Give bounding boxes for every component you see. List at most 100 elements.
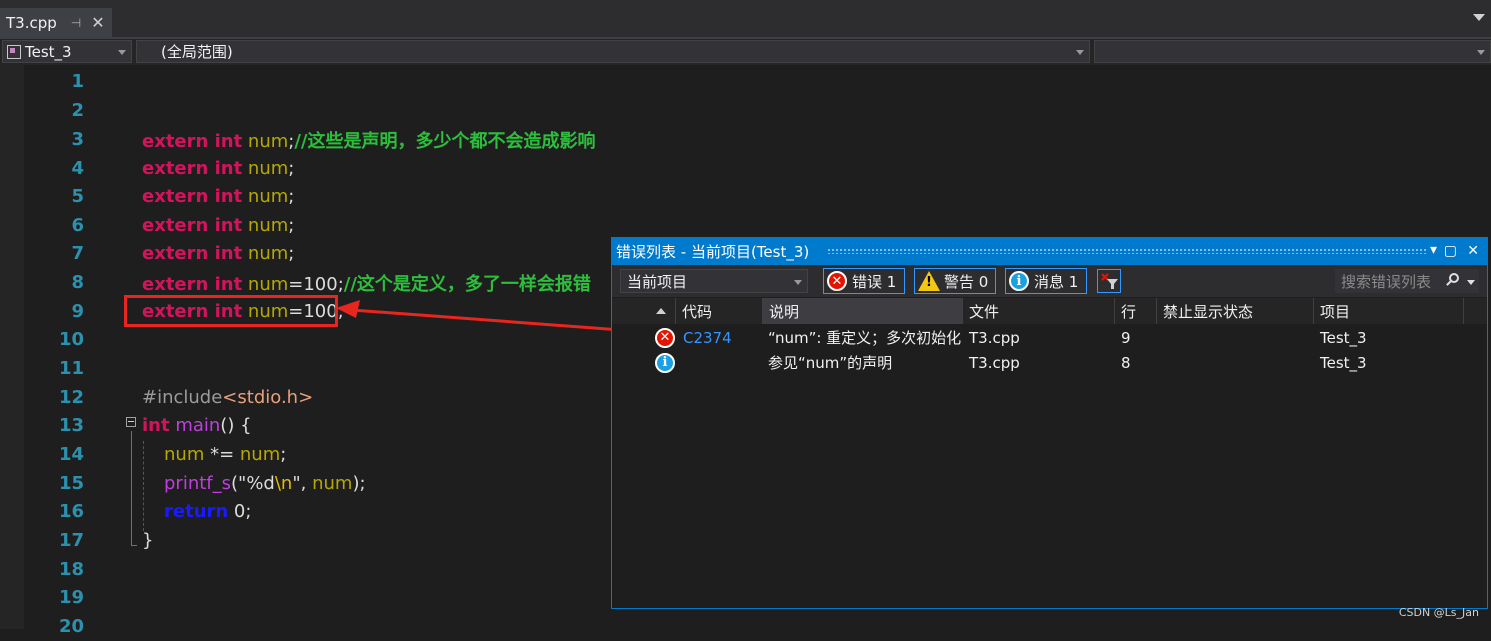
collapse-icon[interactable] bbox=[126, 417, 136, 427]
keyword: extern int bbox=[142, 130, 243, 152]
navigation-bar: Test_3 (全局范围) bbox=[0, 39, 1491, 65]
include-path: <stdio.h> bbox=[222, 387, 314, 408]
project-combo[interactable]: Test_3 bbox=[2, 40, 132, 63]
line-number: 3 bbox=[71, 129, 84, 150]
tab-filename: T3.cpp bbox=[6, 13, 57, 32]
members-combo[interactable] bbox=[1094, 40, 1491, 63]
error-file: T3.cpp bbox=[969, 328, 1020, 347]
chevron-down-icon bbox=[794, 280, 802, 285]
line-number: 6 bbox=[71, 215, 84, 236]
scope-select[interactable]: 当前项目 bbox=[620, 269, 808, 293]
punctuation: ( bbox=[231, 473, 239, 494]
column-header-code[interactable]: 代码 bbox=[676, 298, 763, 324]
column-header-file[interactable]: 文件 bbox=[963, 298, 1115, 324]
table-row[interactable]: i 参见“num”的声明 T3.cpp 8 Test_3 bbox=[612, 350, 1487, 375]
column-header-project[interactable]: 项目 bbox=[1314, 298, 1464, 324]
line-number: 20 bbox=[58, 616, 84, 637]
fold-guide bbox=[131, 431, 133, 545]
chevron-down-icon[interactable] bbox=[1467, 280, 1475, 285]
string: " bbox=[292, 473, 301, 494]
message-description: 参见“num”的声明 bbox=[768, 354, 893, 372]
keyword: extern int bbox=[142, 273, 243, 295]
table-row[interactable]: ✕ C2374 “num”: 重定义；多次初始化 T3.cpp 9 Test_3 bbox=[612, 325, 1487, 350]
line-number: 13 bbox=[58, 415, 84, 436]
code-line: 2 bbox=[24, 96, 924, 125]
preprocessor: #include bbox=[142, 387, 223, 408]
drag-handle[interactable] bbox=[827, 248, 1427, 254]
punctuation: , bbox=[300, 473, 313, 494]
warnings-filter-button[interactable]: ! 警告 0 bbox=[914, 268, 996, 294]
assignment: =100; bbox=[288, 273, 344, 295]
identifier: num bbox=[242, 215, 289, 236]
error-code-link[interactable]: C2374 bbox=[683, 325, 732, 350]
punctuation: ; bbox=[288, 186, 295, 207]
error-icon: ✕ bbox=[655, 327, 675, 348]
column-header-suppression[interactable]: 禁止显示状态 bbox=[1157, 298, 1314, 324]
error-icon: ✕ bbox=[827, 271, 847, 291]
scope-select-value: 当前项目 bbox=[627, 272, 688, 291]
keyword: extern int bbox=[142, 186, 243, 207]
identifier: num bbox=[242, 243, 289, 264]
punctuation: ; bbox=[288, 215, 295, 236]
error-list-toolbar: 当前项目 ✕ 错误 1 ! 警告 0 i 消息 1 搜索错误列表 bbox=[612, 265, 1487, 297]
tab-list-dropdown-icon[interactable] bbox=[1473, 14, 1485, 21]
punctuation: } bbox=[142, 530, 154, 551]
punctuation: ; bbox=[288, 158, 295, 179]
column-header-sort[interactable] bbox=[612, 298, 676, 324]
warning-icon: ! bbox=[918, 271, 940, 291]
function-name: printf_s bbox=[164, 473, 232, 494]
punctuation: ); bbox=[352, 473, 366, 494]
message-line: 8 bbox=[1121, 353, 1131, 372]
keyword: extern int bbox=[142, 158, 243, 179]
search-icon[interactable] bbox=[1449, 273, 1459, 283]
warnings-filter-label: 警告 0 bbox=[944, 272, 989, 291]
line-number: 15 bbox=[58, 473, 84, 494]
identifier: num bbox=[242, 186, 289, 207]
keyword: extern int bbox=[142, 243, 243, 264]
code-line: 20 bbox=[24, 612, 924, 641]
punctuation: ; bbox=[288, 243, 295, 264]
build-filter-button[interactable] bbox=[1097, 269, 1121, 293]
tab-t3-cpp[interactable]: T3.cpp ⊣ ✕ bbox=[0, 8, 112, 37]
search-error-list-input[interactable]: 搜索错误列表 bbox=[1335, 269, 1479, 293]
window-position-dropdown-icon[interactable]: ▾ bbox=[1430, 242, 1437, 258]
scope-combo[interactable]: (全局范围) bbox=[136, 40, 1090, 63]
filter-icon bbox=[1101, 273, 1118, 289]
line-number: 18 bbox=[58, 559, 84, 580]
comment: //这些是声明，多少个都不会造成影响 bbox=[294, 130, 596, 152]
scope-name: (全局范围) bbox=[161, 43, 233, 61]
error-line: 9 bbox=[1121, 328, 1131, 347]
identifier: num bbox=[242, 130, 289, 152]
message-file: T3.cpp bbox=[969, 353, 1020, 372]
search-placeholder: 搜索错误列表 bbox=[1341, 272, 1432, 291]
line-number: 9 bbox=[71, 301, 84, 322]
errors-filter-button[interactable]: ✕ 错误 1 bbox=[823, 268, 905, 294]
messages-filter-label: 消息 1 bbox=[1034, 272, 1079, 291]
function-name: main bbox=[169, 415, 221, 436]
code-line: 3 extern int num;//这些是声明，多少个都不会造成影响 bbox=[24, 125, 924, 154]
line-number: 14 bbox=[58, 444, 84, 465]
pin-icon[interactable]: ⊣ bbox=[71, 16, 81, 30]
column-header-line[interactable]: 行 bbox=[1115, 298, 1157, 324]
messages-filter-button[interactable]: i 消息 1 bbox=[1005, 268, 1087, 294]
info-icon: i bbox=[1009, 271, 1029, 291]
annotation-highlight-box bbox=[124, 295, 338, 327]
code-line: 4 extern int num; bbox=[24, 154, 924, 183]
line-number: 12 bbox=[58, 387, 84, 408]
line-number: 19 bbox=[58, 587, 84, 608]
indent-guide bbox=[143, 441, 145, 531]
close-icon[interactable]: ✕ bbox=[91, 13, 104, 32]
chevron-down-icon bbox=[1076, 50, 1084, 55]
error-list-header: 代码 说明 文件 行 禁止显示状态 项目 bbox=[612, 298, 1487, 324]
line-number: 16 bbox=[58, 501, 84, 522]
maximize-icon[interactable]: ▢ bbox=[1444, 243, 1457, 259]
line-number: 4 bbox=[71, 158, 84, 179]
column-header-description[interactable]: 说明 bbox=[763, 298, 963, 324]
line-number: 8 bbox=[71, 272, 84, 293]
error-description: “num”: 重定义；多次初始化 bbox=[768, 329, 962, 347]
close-icon[interactable]: ✕ bbox=[1467, 243, 1479, 259]
chevron-down-icon bbox=[118, 50, 126, 55]
line-number: 2 bbox=[71, 100, 84, 121]
error-list-title-bar[interactable]: 错误列表 - 当前项目(Test_3) ▾ ▢ ✕ bbox=[612, 238, 1487, 265]
comment: //这个是定义，多了一样会报错 bbox=[343, 273, 591, 295]
